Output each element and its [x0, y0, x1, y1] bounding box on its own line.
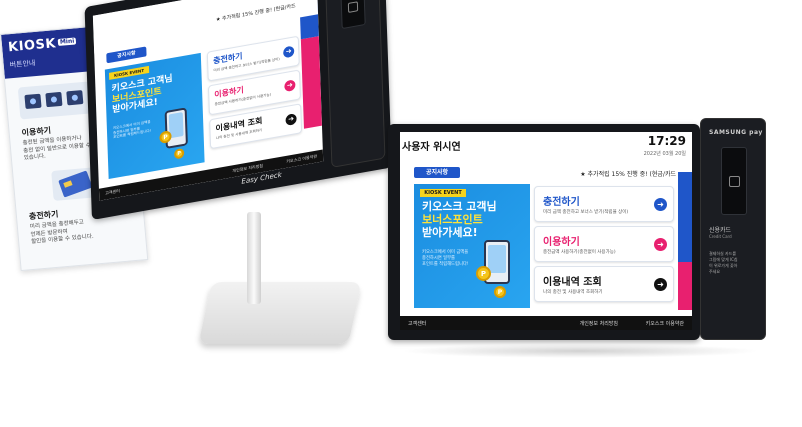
menu-item-history[interactable]: 이용내역 조회 나의 충전 및 사용내역 조회하기 ➜ — [534, 266, 674, 302]
product-photo: KIOSK Mini 버튼안내 이용하기 충전된 금액을 이용하거나 충전 없이… — [0, 0, 802, 427]
clock-time: 17:29 — [647, 134, 686, 148]
phone-illustration — [164, 107, 188, 149]
menu-title: 이용내역 조회 — [543, 277, 602, 288]
footer-privacy-link[interactable]: 개인정보 처리방침 — [580, 320, 618, 327]
kiosk-screens-icon — [24, 90, 84, 109]
kiosk-right-card-reader: SAMSUNG pay 신용카드 Credit Card 결제하실 카드를 그림… — [700, 118, 766, 340]
brochure-section2-title: 충전하기 — [28, 209, 59, 222]
footer-customer-center[interactable]: 고객센터 — [105, 188, 120, 197]
footer-customer-center[interactable]: 고객센터 — [408, 320, 426, 327]
hint-line: 주세요 — [709, 269, 721, 274]
floor-shadow — [400, 344, 760, 358]
screen-title: 사용자 위시연 — [402, 142, 461, 153]
event-desc-line: 키오스크에서 이미 금액을 — [422, 250, 469, 255]
screen-footer: 고객센터 개인정보 처리방침 키오스크 이용약관 — [400, 316, 692, 330]
menu-item-charge[interactable]: 충전하기 미리 금액 충전하고 보너스 받기(적립율 상이) ➜ — [534, 186, 674, 222]
card-reader-hint: 결제하실 카드를 그림에 맞게 IC칩 이 위로가게 꽂아 주세요 — [709, 251, 738, 275]
footer-privacy-link[interactable]: 개인정보 처리방침 — [232, 163, 263, 174]
card-slot[interactable] — [340, 0, 366, 30]
accent-stripe-pink — [678, 262, 692, 310]
event-title-line: 보너스포인트 — [422, 212, 483, 226]
menu-title: 충전하기 — [543, 197, 580, 208]
menu-desc: 나의 충전 및 사용내역 조회하기 — [543, 290, 603, 295]
arrow-right-icon: ➜ — [284, 79, 296, 93]
menu-item-use[interactable]: 이용하기 충전금액 사용하기(충전없이 사용가능) ➜ — [534, 226, 674, 262]
samsung-pay-logo: SAMSUNG pay — [709, 129, 763, 136]
brochure-subtitle: 버튼안내 — [9, 59, 36, 70]
kiosk-illustration — [17, 81, 93, 120]
event-banner[interactable]: KIOSK EVENT 키오스크 고객님 보너스포인트 받아가세요! 키오스크에… — [104, 52, 205, 180]
stand-pole — [247, 212, 261, 304]
brochure-logo-badge: Mini — [57, 37, 77, 46]
chip-icon — [347, 1, 359, 13]
menu-title: 이용하기 — [543, 237, 580, 248]
event-desc-line: 포인트를 적립해드립니다! — [422, 261, 469, 267]
event-title: 키오스크 고객님 보너스포인트 받아가세요! — [111, 74, 173, 116]
event-desc: 키오스크에서 이미 금액을 충전하시면 일부를 포인트를 적립해드립니다! — [422, 250, 469, 267]
brochure-section1-title: 이용하기 — [21, 125, 52, 138]
notice-button[interactable]: 공지사항 — [414, 167, 460, 178]
clock-date: 2022년 03월 20일 — [643, 151, 686, 157]
event-desc: 키오스크에서 이미 금액을 충전하시면 일부를 포인트를 적립해드립니다! — [113, 120, 151, 141]
arrow-right-icon: ➜ — [654, 198, 667, 211]
arrow-right-icon: ➜ — [283, 45, 295, 59]
kiosk-left-card-reader — [324, 0, 386, 168]
footer-terms-link[interactable]: 키오스크 이용약관 — [286, 154, 317, 165]
coin-icon: P — [494, 286, 506, 298]
arrow-right-icon: ➜ — [654, 238, 667, 251]
menu-desc: 충전금액 사용하기(충전없이 사용가능) — [543, 250, 616, 255]
footer-terms-link[interactable]: 키오스크 이용약관 — [646, 320, 684, 327]
accent-stripe-pink — [300, 36, 322, 129]
phone-screen — [488, 245, 506, 273]
notice-marquee: ★ 추가적립 15% 진행 중! (현금/카드 — [580, 171, 676, 178]
clock-time: 17:29 — [263, 0, 295, 1]
kiosk-right-screen: 사용자 위시연 17:29 2022년 03월 20일 공지사항 ★ 추가적립 … — [400, 132, 692, 330]
coin-icon: P — [173, 147, 185, 160]
coin-icon: P — [476, 266, 491, 281]
card-slot[interactable] — [721, 147, 747, 215]
menu-desc: 미리 금액 충전하고 보너스 받기(적립율 상이) — [543, 210, 629, 215]
event-banner[interactable]: KIOSK EVENT 키오스크 고객님 보너스포인트 받아가세요! 키오스크에… — [414, 184, 530, 308]
card-reader-sublabel: Credit Card — [709, 234, 732, 239]
arrow-right-icon: ➜ — [654, 278, 667, 291]
event-tag: KIOSK EVENT — [420, 189, 466, 197]
screen-topbar: 사용자 위시연 17:29 2022년 03월 20일 — [400, 132, 692, 162]
stand-base — [198, 282, 362, 344]
accent-stripe-blue — [678, 172, 692, 262]
notice-marquee: ★ 추가적립 15% 진행 중! (현금/카드 — [215, 3, 296, 24]
brochure-logo: KIOSK — [7, 36, 57, 56]
chip-icon — [729, 176, 740, 187]
event-title: 키오스크 고객님 보너스포인트 받아가세요! — [422, 200, 497, 240]
arrow-right-icon: ➜ — [285, 113, 297, 126]
card-reader-label: 신용카드 — [709, 227, 732, 234]
event-title-line: 받아가세요! — [422, 225, 478, 239]
kiosk-left-device: 17:29 ★ 추가적립 15% 진행 중! (현금/카드 공지사항 KIOSK… — [84, 0, 392, 220]
